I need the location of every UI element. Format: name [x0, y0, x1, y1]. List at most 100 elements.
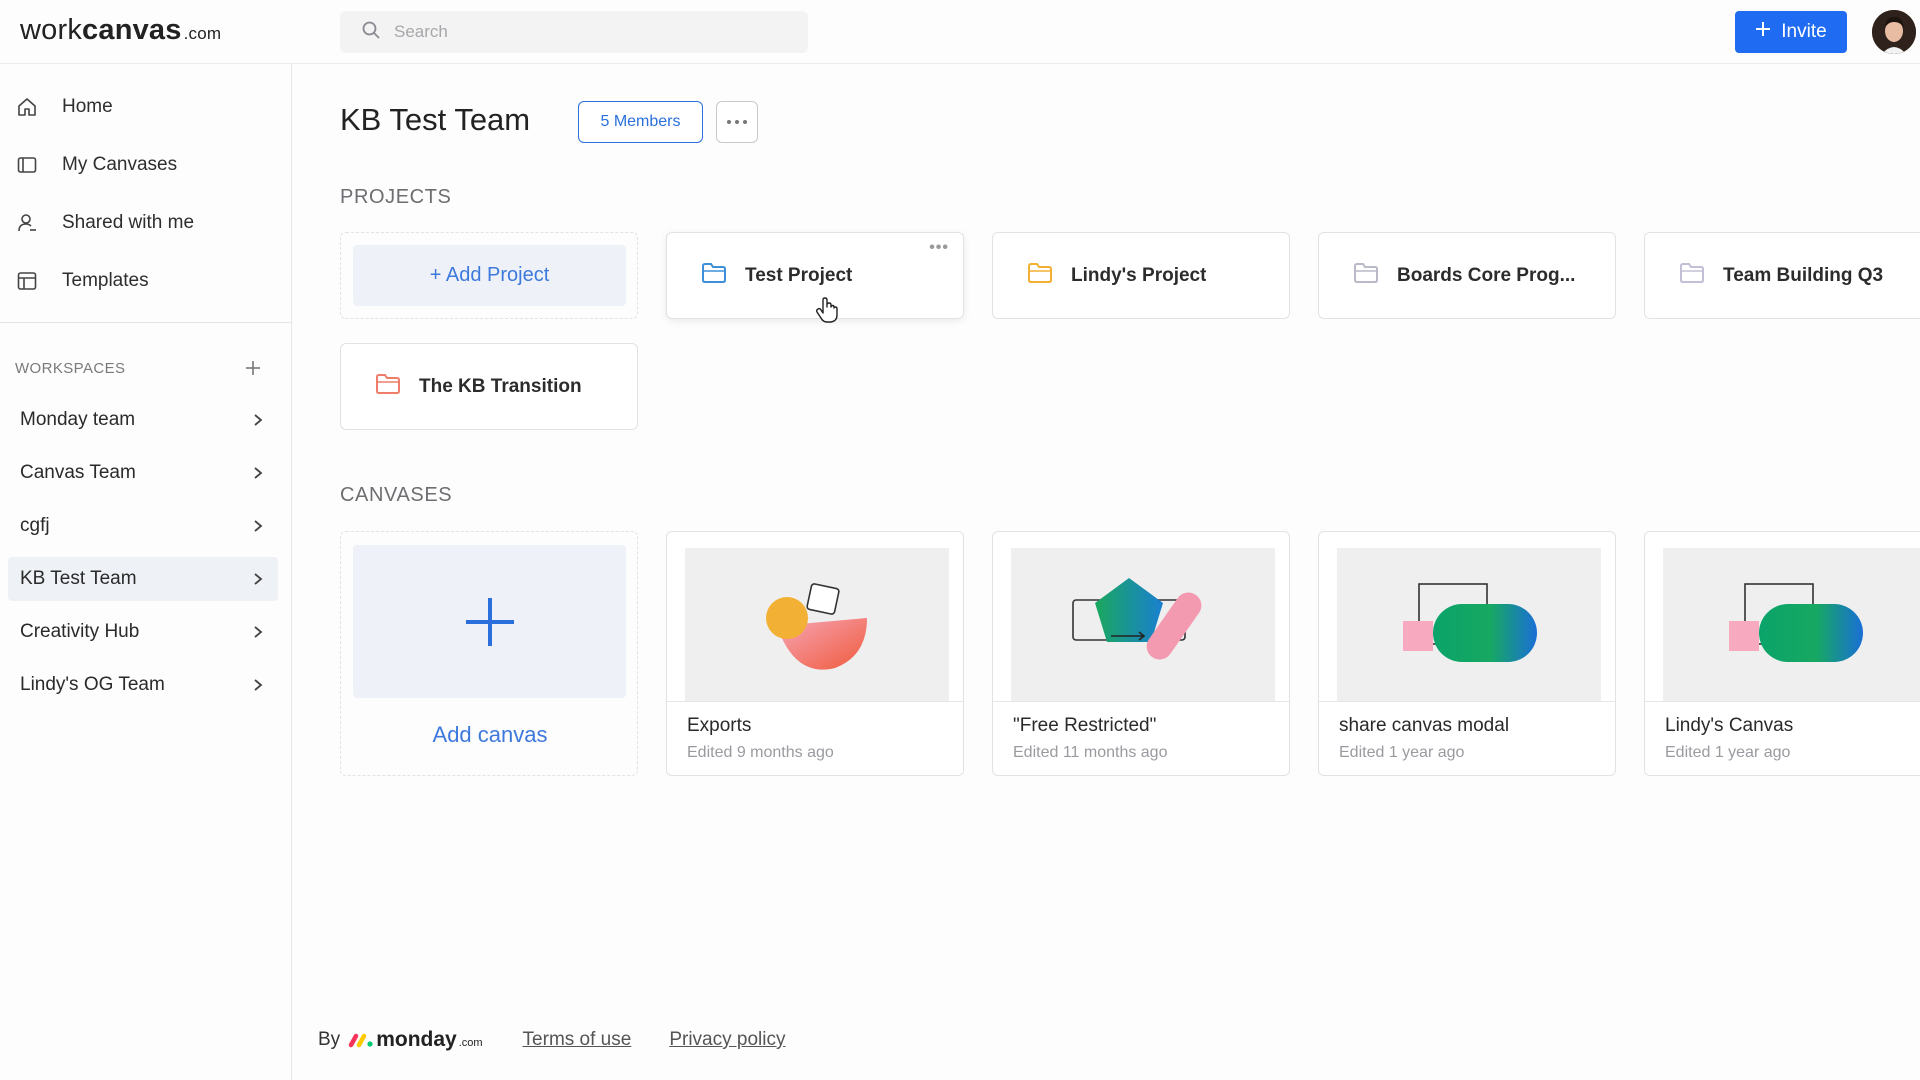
folder-icon: [1679, 262, 1705, 290]
plus-icon: [1755, 21, 1771, 43]
sidebar-item-home[interactable]: Home: [14, 87, 274, 127]
workspace-item-canvas-team[interactable]: Canvas Team: [8, 451, 278, 495]
monday-brand-suffix: .com: [458, 1037, 483, 1049]
sidebar-item-label: My Canvases: [62, 154, 178, 175]
sidebar-item-shared[interactable]: Shared with me: [14, 203, 274, 243]
logo-main: canvas: [82, 14, 182, 46]
person-icon: [14, 210, 40, 236]
privacy-link[interactable]: Privacy policy: [669, 1029, 785, 1051]
chevron-right-icon: [250, 465, 266, 481]
workspace-label: KB Test Team: [20, 568, 137, 589]
workspace-item-lindys-og-team[interactable]: Lindy's OG Team: [8, 663, 278, 707]
folder-icon: [1027, 262, 1053, 290]
add-project-button[interactable]: + Add Project: [353, 245, 626, 306]
project-label: Team Building Q3: [1723, 264, 1884, 286]
folder-icon: [375, 373, 401, 401]
project-card-boards-core[interactable]: Boards Core Prog...: [1318, 232, 1616, 319]
canvas-card-lindys-canvas[interactable]: Lindy's Canvas Edited 1 year ago: [1644, 531, 1920, 776]
canvas-thumbnail: [1337, 548, 1601, 701]
folder-icon: [1353, 262, 1379, 290]
sidebar-item-label: Shared with me: [62, 212, 195, 233]
canvas-name: Exports: [687, 715, 752, 736]
project-card-lindys-project[interactable]: Lindy's Project: [992, 232, 1290, 319]
add-canvas-plus: [353, 545, 626, 698]
canvas-thumbnail: [1663, 548, 1920, 701]
page-title: KB Test Team: [340, 102, 531, 137]
sidebar-item-templates[interactable]: Templates: [14, 261, 274, 301]
hand-cursor-icon: [815, 296, 839, 329]
workspace-label: cgfj: [20, 515, 50, 536]
plus-icon: [246, 361, 260, 375]
workspaces-title: WORKSPACES: [15, 359, 126, 377]
add-canvas-tile[interactable]: Add canvas: [340, 531, 638, 776]
chevron-right-icon: [250, 571, 266, 587]
canvas-name: Lindy's Canvas: [1665, 715, 1794, 736]
chevron-right-icon: [250, 412, 266, 428]
plus-icon: [465, 597, 514, 646]
canvas-edited: Edited 1 year ago: [1665, 744, 1791, 761]
workspace-item-kb-test-team[interactable]: KB Test Team: [8, 557, 278, 601]
members-button[interactable]: 5 Members: [578, 101, 703, 143]
card-menu-icon[interactable]: •••: [929, 239, 949, 257]
search-input[interactable]: [394, 22, 774, 42]
sidebar-item-label: Templates: [62, 270, 149, 291]
more-options-button[interactable]: [716, 101, 758, 143]
workspace-label: Canvas Team: [20, 462, 136, 483]
monday-brand: monday: [376, 1028, 457, 1051]
monday-logo[interactable]: monday .com: [348, 1028, 483, 1052]
chevron-right-icon: [250, 624, 266, 640]
canvases-section-title: CANVASES: [340, 484, 453, 506]
workspace-label: Monday team: [20, 409, 136, 430]
canvas-edited: Edited 9 months ago: [687, 744, 834, 761]
sidebar: Home My Canvases Shared with me Template…: [0, 64, 292, 1080]
footer-by: By: [318, 1029, 341, 1050]
canvas-thumbnail: [1011, 548, 1275, 701]
workspace-item-creativity-hub[interactable]: Creativity Hub: [8, 610, 278, 654]
workspace-item-monday-team[interactable]: Monday team: [8, 398, 278, 442]
canvas-card-exports[interactable]: Exports Edited 9 months ago: [666, 531, 964, 776]
workspaces-header: WORKSPACES: [15, 356, 265, 380]
project-label: Lindy's Project: [1071, 264, 1207, 286]
sidebar-divider: [0, 322, 291, 323]
home-icon: [14, 94, 40, 120]
project-label: Test Project: [745, 264, 853, 286]
invite-button[interactable]: Invite: [1735, 11, 1847, 53]
footer: By monday .com Terms of use Privacy polic…: [318, 1028, 823, 1052]
project-card-team-building[interactable]: Team Building Q3: [1644, 232, 1920, 319]
card-divider: [993, 701, 1289, 702]
workspace-item-cgfj[interactable]: cgfj: [8, 504, 278, 548]
canvas-card-share-canvas-modal[interactable]: share canvas modal Edited 1 year ago: [1318, 531, 1616, 776]
logo-suffix: .com: [183, 24, 222, 43]
card-divider: [667, 701, 963, 702]
canvas-edited: Edited 1 year ago: [1339, 744, 1465, 761]
template-icon: [14, 268, 40, 294]
top-bar: workcanvas.com Invite: [0, 0, 1920, 64]
project-label: Boards Core Prog...: [1397, 264, 1576, 286]
terms-link[interactable]: Terms of use: [523, 1029, 632, 1051]
canvas-name: share canvas modal: [1339, 715, 1510, 736]
card-divider: [1645, 701, 1920, 702]
ellipsis-icon: [727, 120, 747, 124]
workcanvas-logo[interactable]: workcanvas .com: [20, 14, 221, 47]
sidebar-item-my-canvases[interactable]: My Canvases: [14, 145, 274, 185]
add-project-tile: + Add Project: [340, 232, 638, 319]
folder-icon: [701, 262, 727, 290]
avatar[interactable]: [1872, 10, 1916, 54]
projects-section-title: PROJECTS: [340, 186, 452, 208]
add-workspace-button[interactable]: [241, 356, 265, 380]
project-label: The KB Transition: [419, 375, 582, 397]
search-box[interactable]: [340, 11, 808, 53]
monday-mark-icon: [348, 1033, 373, 1048]
search-icon: [362, 21, 380, 44]
canvas-thumbnail: [685, 548, 949, 701]
chevron-right-icon: [250, 677, 266, 693]
chevron-right-icon: [250, 518, 266, 534]
canvas-card-free-restricted[interactable]: "Free Restricted" Edited 11 months ago: [992, 531, 1290, 776]
card-divider: [1319, 701, 1615, 702]
canvas-edited: Edited 11 months ago: [1013, 744, 1168, 761]
logo-prefix: work: [20, 14, 83, 46]
canvas-name: "Free Restricted": [1013, 715, 1157, 736]
add-canvas-label: Add canvas: [432, 722, 548, 747]
invite-label: Invite: [1781, 21, 1827, 42]
project-card-kb-transition[interactable]: The KB Transition: [340, 343, 638, 430]
